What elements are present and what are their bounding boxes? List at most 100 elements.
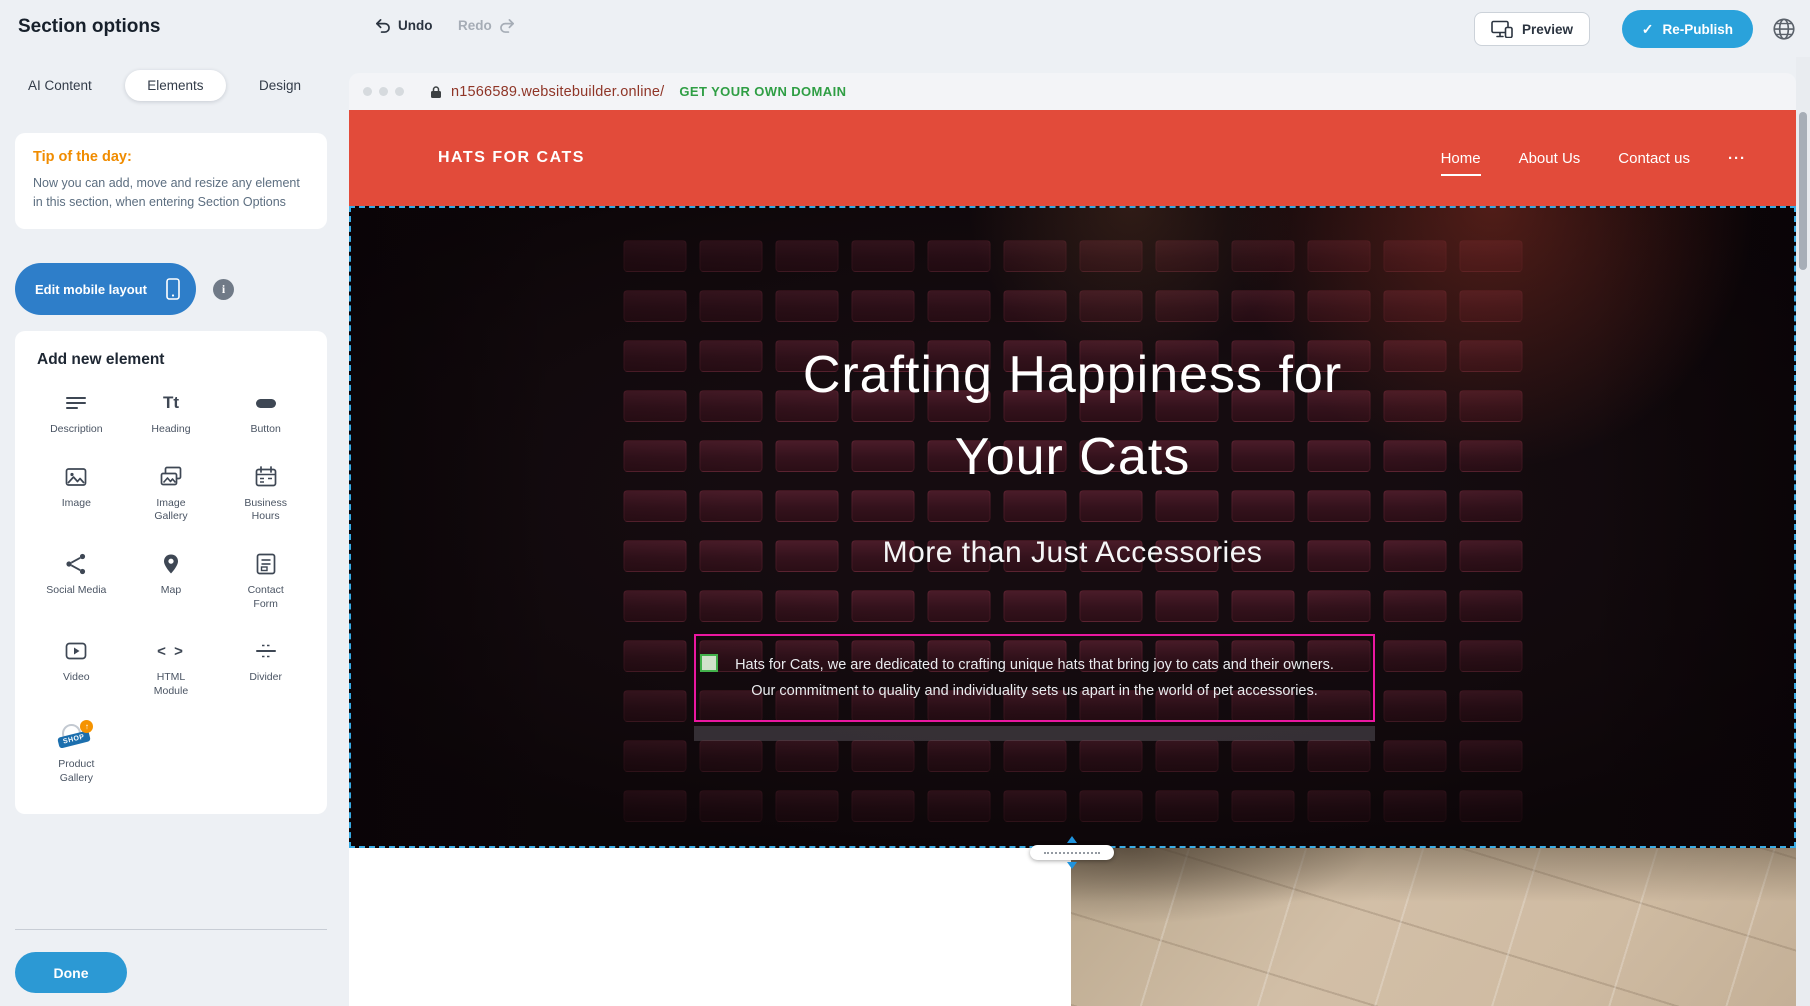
tab-elements[interactable]: Elements — [125, 70, 225, 101]
sidebar-divider — [15, 929, 327, 930]
hero-tile — [1383, 240, 1446, 272]
hero-tile — [1231, 290, 1294, 322]
hero-tile — [1155, 590, 1218, 622]
hero-tile — [1459, 290, 1522, 322]
undo-button[interactable]: Undo — [374, 18, 433, 33]
window-dot — [395, 87, 404, 96]
done-button[interactable]: Done — [15, 952, 127, 993]
html-module-icon: < > — [157, 637, 185, 665]
redo-button[interactable]: Redo — [458, 18, 516, 33]
hero-body-line1: Hats for Cats, we are dedicated to craft… — [735, 652, 1334, 678]
hero-heading[interactable]: Crafting Happiness for Your Cats — [349, 334, 1796, 498]
element-html-module[interactable]: < > HTML Module — [124, 637, 219, 698]
page-title: Section options — [18, 16, 161, 38]
section-options-sidebar: AI Content Elements Design Tip of the da… — [0, 57, 347, 1006]
hero-tile — [1231, 790, 1294, 822]
hero-tile — [851, 790, 914, 822]
element-label: Description — [50, 423, 103, 437]
hero-body-text: Hats for Cats, we are dedicated to craft… — [735, 652, 1334, 704]
upgrade-badge-icon: ↑ — [80, 720, 93, 733]
get-domain-link[interactable]: GET YOUR OWN DOMAIN — [679, 84, 846, 99]
hero-tile — [927, 740, 990, 772]
element-divider[interactable]: Divider — [218, 637, 313, 698]
element-label: Contact Form — [235, 584, 297, 611]
element-button[interactable]: Button — [218, 389, 313, 437]
site-logo[interactable]: HATS FOR CATS — [438, 149, 585, 167]
arrow-down-icon — [1067, 862, 1077, 869]
preview-button[interactable]: Preview — [1474, 12, 1590, 46]
contact-form-icon — [253, 550, 279, 578]
button-icon — [253, 389, 279, 417]
scrollbar-thumb[interactable] — [1799, 112, 1807, 270]
hero-tile — [851, 290, 914, 322]
hero-tile — [927, 290, 990, 322]
element-label: Button — [250, 423, 280, 437]
site-nav: Home About Us Contact us ··· — [1441, 150, 1746, 167]
hero-tile — [1307, 790, 1370, 822]
element-label: Divider — [249, 671, 282, 685]
hero-tile — [1003, 740, 1066, 772]
hero-tile — [1003, 240, 1066, 272]
section-resize-handle[interactable] — [1030, 836, 1114, 869]
hero-tile — [851, 240, 914, 272]
divider-icon — [253, 637, 279, 665]
hero-tile — [1003, 590, 1066, 622]
element-map[interactable]: Map — [124, 550, 219, 611]
tip-body: Now you can add, move and resize any ele… — [33, 174, 309, 213]
hero-tile — [1383, 640, 1446, 672]
editor-stage: n1566589.websitebuilder.online/ GET YOUR… — [349, 57, 1810, 1006]
redo-icon — [499, 18, 516, 33]
element-label: Product Gallery — [45, 758, 107, 785]
hero-tile — [1383, 740, 1446, 772]
nav-home[interactable]: Home — [1441, 150, 1481, 167]
check-icon: ✓ — [1642, 21, 1654, 38]
element-description[interactable]: Description — [29, 389, 124, 437]
preview-label: Preview — [1522, 22, 1573, 37]
nav-about-us[interactable]: About Us — [1519, 150, 1581, 167]
nav-contact-us[interactable]: Contact us — [1618, 150, 1690, 167]
element-business-hours[interactable]: Business Hours — [218, 463, 313, 524]
element-drag-handle[interactable] — [700, 654, 718, 672]
hero-tile — [775, 290, 838, 322]
hero-tile — [1459, 240, 1522, 272]
hero-tile — [1383, 690, 1446, 722]
hero-tile — [775, 790, 838, 822]
undo-label: Undo — [398, 18, 433, 33]
edit-mobile-label: Edit mobile layout — [35, 282, 147, 297]
scrollbar-track[interactable] — [1796, 57, 1810, 1006]
element-label: Map — [161, 584, 181, 598]
hero-tile — [1079, 590, 1142, 622]
hero-tile — [699, 240, 762, 272]
hero-tile — [775, 740, 838, 772]
language-globe-button[interactable] — [1766, 11, 1802, 47]
preview-devices-icon — [1491, 20, 1513, 38]
nav-more-button[interactable]: ··· — [1728, 150, 1746, 167]
arrow-up-icon — [1067, 836, 1077, 843]
product-gallery-icon: SHOP ↑ — [58, 724, 94, 752]
element-video[interactable]: Video — [29, 637, 124, 698]
hero-tile — [927, 240, 990, 272]
tab-design[interactable]: Design — [253, 70, 307, 101]
element-shadow-bar — [694, 726, 1375, 741]
element-label: Image — [62, 497, 91, 511]
edit-mobile-layout-button[interactable]: Edit mobile layout — [15, 263, 196, 315]
element-label: HTML Module — [140, 671, 202, 698]
element-contact-form[interactable]: Contact Form — [218, 550, 313, 611]
window-dot — [363, 87, 372, 96]
republish-button[interactable]: ✓ Re-Publish — [1622, 10, 1753, 48]
tab-ai-content[interactable]: AI Content — [22, 70, 98, 101]
element-product-gallery[interactable]: SHOP ↑ Product Gallery — [29, 724, 124, 785]
heading-icon: Tt — [163, 389, 179, 417]
site-url[interactable]: n1566589.websitebuilder.online/ — [451, 84, 664, 100]
hero-tile — [1307, 240, 1370, 272]
element-social-media[interactable]: Social Media — [29, 550, 124, 611]
selected-text-element[interactable]: Hats for Cats, we are dedicated to craft… — [694, 634, 1375, 722]
phone-icon — [166, 278, 180, 300]
video-icon — [63, 637, 89, 665]
element-image-gallery[interactable]: Image Gallery — [124, 463, 219, 524]
info-icon[interactable]: i — [213, 279, 234, 300]
hero-tile — [1459, 790, 1522, 822]
element-heading[interactable]: Tt Heading — [124, 389, 219, 437]
hero-subheading[interactable]: More than Just Accessories — [349, 536, 1796, 570]
element-image[interactable]: Image — [29, 463, 124, 524]
